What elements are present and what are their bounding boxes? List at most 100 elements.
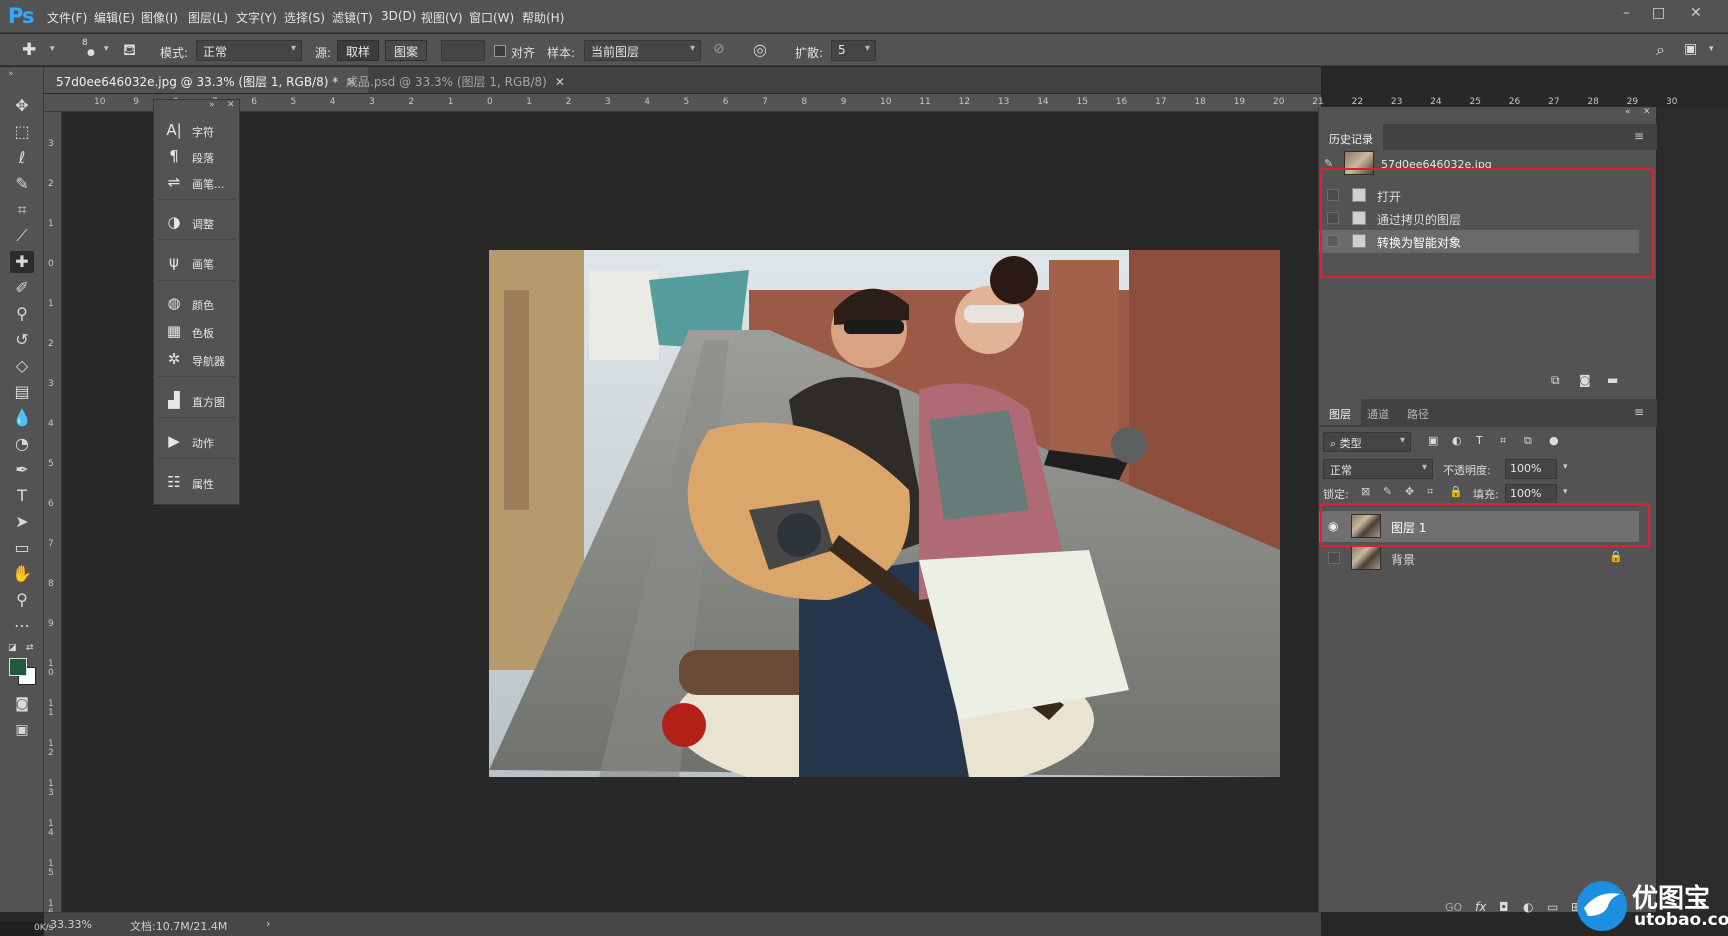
blend-mode-select[interactable]: 正常 ▾ bbox=[1323, 459, 1433, 479]
lock-all-icon[interactable]: 🔒 bbox=[1449, 485, 1463, 498]
clone-source-icon[interactable]: ⛾ bbox=[123, 40, 136, 61]
screen-mode-icon[interactable]: ▣ bbox=[10, 719, 34, 741]
close-icon[interactable]: ✕ bbox=[555, 75, 565, 89]
layer-mask-icon[interactable]: ◘ bbox=[1499, 900, 1509, 914]
menu-3d[interactable]: 3D(D) bbox=[381, 9, 416, 23]
panel-button-adjustments[interactable]: ◑ 调整 bbox=[154, 209, 241, 235]
expand-panels-icon[interactable]: » bbox=[209, 100, 215, 110]
pattern-picker[interactable] bbox=[441, 40, 485, 61]
layer-row[interactable]: 背景 🔒 bbox=[1319, 543, 1639, 574]
lock-position-icon[interactable]: ✥ bbox=[1405, 485, 1414, 498]
new-document-from-state-icon[interactable]: ⧉ bbox=[1551, 373, 1560, 388]
menu-filter[interactable]: 滤镜(T) bbox=[332, 9, 373, 26]
layer-name[interactable]: 背景 bbox=[1391, 551, 1415, 568]
camera-icon[interactable]: ◙ bbox=[1579, 373, 1591, 387]
fx-icon[interactable]: fx bbox=[1475, 900, 1486, 914]
mode-select[interactable]: 正常 ▾ bbox=[196, 40, 302, 61]
default-colors-icon[interactable]: ◪ bbox=[8, 643, 17, 653]
type-tool-icon[interactable]: T bbox=[10, 485, 34, 507]
type-filter-icon[interactable]: T bbox=[1476, 434, 1483, 447]
pixel-filter-icon[interactable]: ▣ bbox=[1428, 434, 1438, 447]
chevron-down-icon[interactable]: ▾ bbox=[1563, 462, 1568, 472]
panel-menu-icon[interactable]: ≡ bbox=[1634, 129, 1644, 143]
close-icon[interactable]: ✕ bbox=[227, 100, 235, 110]
tab-document-2[interactable]: 成品.psd @ 33.3% (图层 1, RGB/8) ✕ bbox=[334, 67, 577, 93]
healing-brush-tool-icon[interactable]: ✚ bbox=[10, 251, 34, 273]
eyedropper-tool-icon[interactable]: ⟋ bbox=[10, 225, 34, 247]
pen-tool-icon[interactable]: ✒ bbox=[10, 459, 34, 481]
collapse-panels-icon[interactable]: « bbox=[1625, 107, 1631, 117]
dodge-tool-icon[interactable]: ◔ bbox=[10, 433, 34, 455]
visibility-toggle[interactable] bbox=[1328, 552, 1340, 564]
workspace-arrow-icon[interactable]: ▾ bbox=[1709, 44, 1714, 54]
rectangle-tool-icon[interactable]: ▭ bbox=[10, 537, 34, 559]
close-icon[interactable]: ✕ bbox=[1643, 107, 1651, 117]
menu-type[interactable]: 文字(Y) bbox=[236, 9, 277, 26]
lock-pixels-icon[interactable]: ✎ bbox=[1383, 485, 1392, 498]
adjustment-layer-icon[interactable]: ◐ bbox=[1523, 900, 1533, 914]
tool-preset-arrow-icon[interactable]: ▾ bbox=[50, 44, 55, 54]
menu-window[interactable]: 窗口(W) bbox=[469, 9, 514, 26]
menu-help[interactable]: 帮助(H) bbox=[522, 9, 564, 26]
stamp-tool-icon[interactable]: ⚲ bbox=[10, 303, 34, 325]
panel-button-paragraph[interactable]: ¶ 段落 bbox=[154, 143, 241, 169]
panel-button-character[interactable]: A| 字符 bbox=[154, 117, 241, 143]
opacity-input[interactable]: 100% bbox=[1505, 459, 1557, 479]
swap-colors-icon[interactable]: ⇄ bbox=[26, 643, 34, 653]
diffusion-select[interactable]: 5 ▾ bbox=[831, 40, 876, 61]
zoom-level[interactable]: 33.33% bbox=[50, 918, 92, 931]
tab-paths[interactable]: 路径 bbox=[1397, 399, 1439, 425]
filter-toggle-icon[interactable]: ● bbox=[1549, 434, 1559, 447]
pressure-icon[interactable]: ◎ bbox=[753, 40, 767, 59]
layer-filter-select[interactable]: ⌕ 类型 ▾ bbox=[1323, 432, 1411, 452]
history-brush-tool-icon[interactable]: ↺ bbox=[10, 329, 34, 351]
trash-icon[interactable]: ▬ bbox=[1607, 373, 1618, 387]
foreground-color-swatch[interactable] bbox=[9, 658, 27, 676]
source-pattern-button[interactable]: 图案 bbox=[385, 40, 428, 61]
panel-button-navigator[interactable]: ✲ 导航器 bbox=[154, 346, 241, 372]
sample-select[interactable]: 当前图层 ▾ bbox=[584, 40, 701, 61]
canvas-photo[interactable] bbox=[489, 250, 1280, 777]
adjustment-filter-icon[interactable]: ◐ bbox=[1452, 434, 1462, 447]
move-tool-icon[interactable]: ✥ bbox=[10, 95, 34, 117]
panel-button-actions[interactable]: ▶ 动作 bbox=[154, 428, 241, 454]
brush-tool-icon[interactable]: ✐ bbox=[10, 277, 34, 299]
smart-object-filter-icon[interactable]: ⧉ bbox=[1524, 434, 1532, 448]
tab-document-1[interactable]: 57d0ee646032e.jpg @ 33.3% (图层 1, RGB/8) … bbox=[44, 67, 369, 93]
panel-button-swatches[interactable]: ▦ 色板 bbox=[154, 318, 241, 344]
menu-image[interactable]: 图像(I) bbox=[141, 9, 178, 26]
more-tools-icon[interactable]: ⋯ bbox=[10, 615, 34, 637]
tab-layers[interactable]: 图层 bbox=[1319, 399, 1361, 425]
brush-picker-arrow-icon[interactable]: ▾ bbox=[104, 44, 109, 54]
lock-artboard-icon[interactable]: ⌗ bbox=[1427, 485, 1433, 499]
panel-button-brushes[interactable]: ψ 画笔 bbox=[154, 249, 241, 275]
zoom-tool-icon[interactable]: ⚲ bbox=[10, 589, 34, 611]
link-layers-icon[interactable]: GO bbox=[1445, 901, 1462, 914]
path-select-tool-icon[interactable]: ➤ bbox=[10, 511, 34, 533]
collapse-arrows-icon[interactable]: » bbox=[8, 69, 14, 79]
menu-edit[interactable]: 编辑(E) bbox=[94, 9, 135, 26]
close-window-button[interactable]: ✕ bbox=[1690, 5, 1702, 21]
chevron-down-icon[interactable]: ▾ bbox=[1563, 487, 1568, 497]
tab-channels[interactable]: 通道 bbox=[1357, 399, 1399, 425]
maximize-button[interactable]: □ bbox=[1652, 5, 1665, 21]
healing-brush-tool-icon[interactable]: ✚ bbox=[22, 40, 36, 60]
panel-button-properties[interactable]: ☷ 属性 bbox=[154, 469, 241, 495]
eraser-tool-icon[interactable]: ◇ bbox=[10, 355, 34, 377]
shape-filter-icon[interactable]: ⌗ bbox=[1500, 434, 1506, 448]
fill-input[interactable]: 100% bbox=[1505, 484, 1557, 504]
crop-tool-icon[interactable]: ⌗ bbox=[10, 199, 34, 221]
lock-transparent-icon[interactable]: ⊠ bbox=[1361, 485, 1370, 498]
panel-button-color[interactable]: ◍ 颜色 bbox=[154, 290, 241, 316]
menu-select[interactable]: 选择(S) bbox=[284, 9, 325, 26]
source-sampled-button[interactable]: 取样 bbox=[337, 40, 380, 61]
lasso-tool-icon[interactable]: ℓ bbox=[10, 147, 34, 169]
tab-history[interactable]: 历史记录 bbox=[1319, 124, 1383, 150]
menu-file[interactable]: 文件(F) bbox=[47, 9, 87, 26]
panel-button-histogram[interactable]: ▟ 直方图 bbox=[154, 387, 241, 413]
brush-size-value[interactable]: 8 bbox=[82, 38, 88, 48]
hand-tool-icon[interactable]: ✋ bbox=[10, 563, 34, 585]
blur-tool-icon[interactable]: 💧 bbox=[10, 407, 34, 429]
minimize-button[interactable]: – bbox=[1623, 5, 1630, 21]
marquee-tool-icon[interactable]: ⬚ bbox=[10, 121, 34, 143]
